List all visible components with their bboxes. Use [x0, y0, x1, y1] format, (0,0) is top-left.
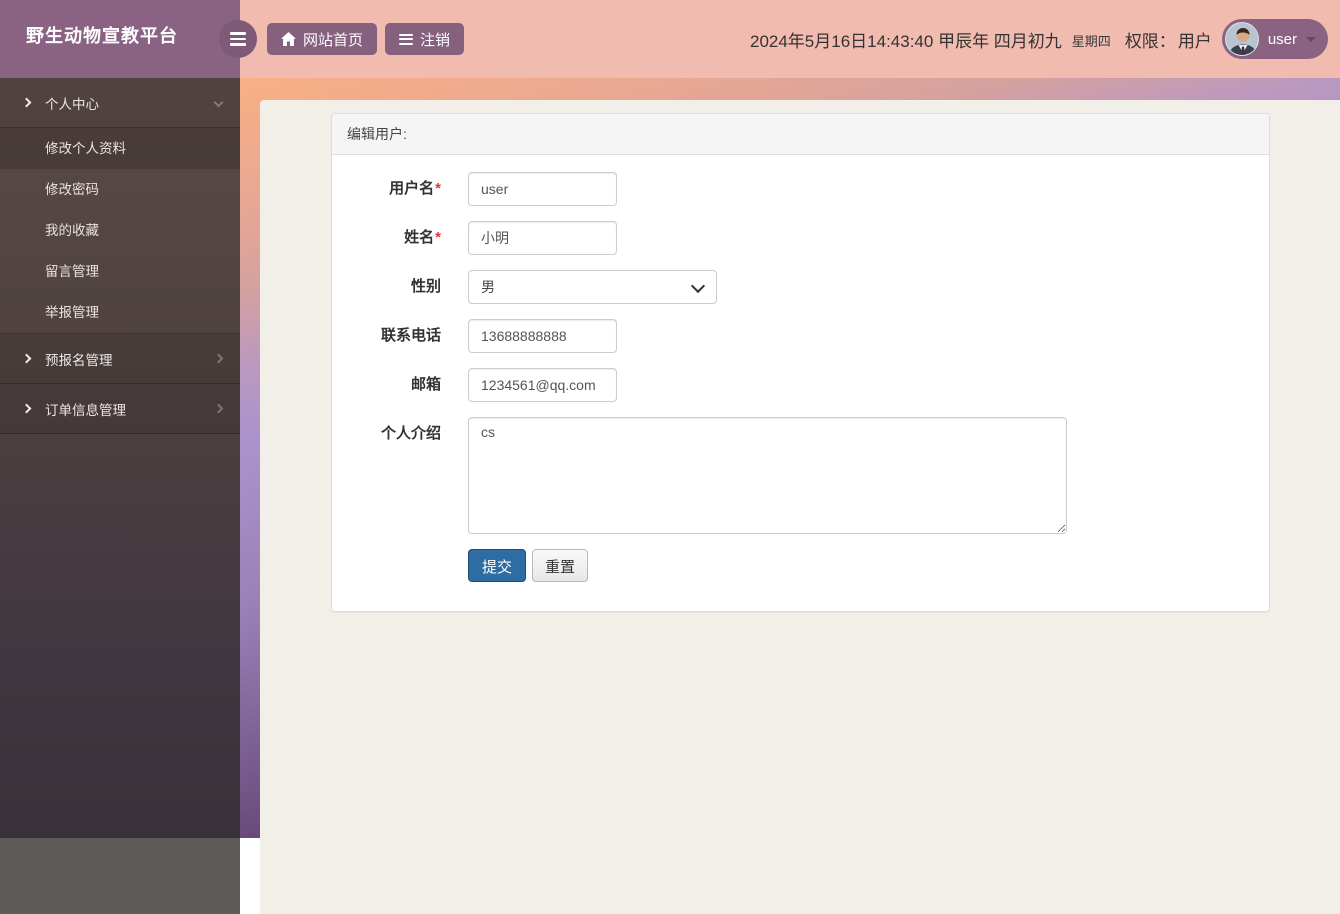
- sidebar-item-report-management[interactable]: 举报管理: [0, 292, 240, 333]
- chevron-right-icon: [213, 403, 224, 414]
- form-actions: 提交 重置: [468, 549, 1254, 582]
- sidebar-item-message-management[interactable]: 留言管理: [0, 251, 240, 292]
- edit-user-panel: 编辑用户: 用户名* 姓名* 性别 男: [331, 113, 1270, 612]
- chevron-right-icon: [21, 353, 32, 364]
- app-title: 野生动物宣教平台: [26, 26, 178, 46]
- sidebar-item-order-management[interactable]: 订单信息管理: [0, 384, 240, 434]
- logo-block: 野生动物宣教平台: [0, 0, 240, 78]
- app-screen: 编辑用户: 用户名* 姓名* 性别 男: [0, 0, 1340, 914]
- bio-textarea[interactable]: cs: [468, 417, 1067, 534]
- avatar: [1224, 22, 1259, 56]
- weekday-text: 星期四: [1071, 33, 1111, 49]
- email-row: 邮箱: [347, 368, 1254, 402]
- name-field[interactable]: [468, 221, 617, 255]
- phone-field[interactable]: [468, 319, 617, 353]
- phone-row: 联系电话: [347, 319, 1254, 353]
- name-label: 姓名*: [404, 229, 441, 246]
- datetime-text: 2024年5月16日14:43:40 甲辰年 四月初九: [749, 31, 1062, 51]
- sidebar-item-change-password[interactable]: 修改密码: [0, 169, 240, 210]
- chevron-right-icon: [213, 353, 224, 364]
- chevron-right-icon: [21, 97, 32, 108]
- reset-button[interactable]: 重置: [532, 549, 589, 582]
- sidebar-item-personal-center[interactable]: 个人中心: [0, 78, 240, 128]
- edit-user-form: 用户名* 姓名* 性别 男 联系电话: [332, 155, 1269, 611]
- required-asterisk: *: [435, 180, 441, 197]
- hamburger-icon: [230, 32, 246, 35]
- sidebar-footer: [0, 838, 240, 914]
- phone-label: 联系电话: [380, 327, 441, 344]
- nav-button-home[interactable]: 网站首页: [267, 23, 378, 55]
- sidebar-menu: 个人中心 修改个人资料 修改密码 我的收藏 留言管理 举报管理 预报名管理 订单…: [0, 78, 240, 434]
- list-icon: [399, 33, 413, 45]
- sidebar-item-edit-profile[interactable]: 修改个人资料: [0, 128, 240, 169]
- panel-title: 编辑用户:: [332, 114, 1269, 155]
- username-row: 用户名*: [347, 172, 1254, 206]
- gender-select[interactable]: 男: [468, 270, 717, 304]
- permission-label: 权限：: [1124, 31, 1176, 51]
- chevron-down-icon: [213, 97, 224, 108]
- topbar: 野生动物宣教平台 2024年5月16日14:43:40 甲辰年 四月初九 星期四…: [0, 0, 1340, 78]
- required-asterisk: *: [435, 229, 441, 246]
- sidebar-item-my-favorites[interactable]: 我的收藏: [0, 210, 240, 251]
- bio-label: 个人介绍: [380, 425, 441, 442]
- user-menu[interactable]: user: [1221, 19, 1328, 59]
- nav-button-logout[interactable]: 注销: [385, 23, 465, 55]
- name-row: 姓名*: [347, 221, 1254, 255]
- avatar-photo: [1225, 23, 1258, 55]
- sidebar-item-pre-registration[interactable]: 预报名管理: [0, 334, 240, 384]
- submit-button[interactable]: 提交: [468, 549, 527, 582]
- personal-center-submenu: 修改个人资料 修改密码 我的收藏 留言管理 举报管理: [0, 128, 240, 334]
- gender-select-wrap: 男: [468, 270, 717, 304]
- email-label: 邮箱: [410, 376, 441, 393]
- home-icon: [281, 32, 296, 46]
- sidebar: 个人中心 修改个人资料 修改密码 我的收藏 留言管理 举报管理 预报名管理 订单…: [0, 78, 240, 838]
- content-area: 编辑用户: 用户名* 姓名* 性别 男: [260, 100, 1340, 914]
- username-label: 用户名*: [389, 180, 441, 197]
- username-field[interactable]: [468, 172, 617, 206]
- gender-row: 性别 男: [347, 270, 1254, 304]
- chevron-right-icon: [21, 403, 32, 414]
- user-menu-label: user: [1267, 30, 1297, 48]
- chevron-down-icon: [1306, 36, 1316, 42]
- hamburger-button[interactable]: [219, 20, 257, 58]
- permission-value: 用户: [1177, 31, 1212, 51]
- email-field[interactable]: [468, 368, 617, 402]
- topbar-info: 2024年5月16日14:43:40 甲辰年 四月初九 星期四 权限： 用户 u…: [750, 0, 1328, 78]
- bio-row: 个人介绍 cs: [347, 417, 1254, 534]
- gender-label: 性别: [410, 278, 441, 295]
- permission-text: 权限： 用户: [1125, 27, 1212, 52]
